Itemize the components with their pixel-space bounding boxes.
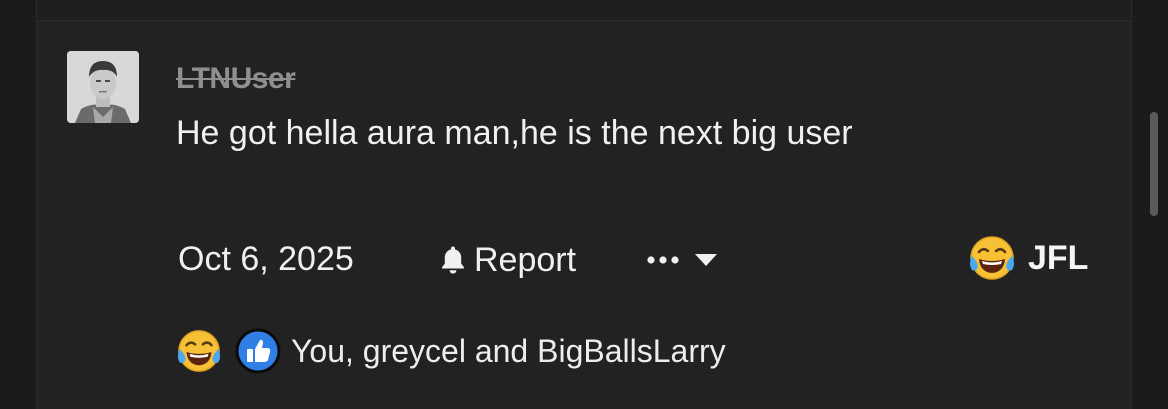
scrollbar-thumb[interactable] [1150, 112, 1158, 216]
reactors-list: You, greycel and BigBallsLarry [291, 332, 726, 369]
previous-post-edge [36, 0, 1132, 19]
ellipsis-icon [647, 256, 679, 264]
thumbs-up-icon [235, 328, 281, 374]
comment-message: He got hella aura man,he is the next big… [176, 114, 853, 152]
tears-of-joy-emoji-icon [970, 236, 1014, 280]
avatar-image [67, 51, 139, 123]
more-options-button[interactable] [646, 244, 718, 276]
reactions-summary[interactable]: You, greycel and BigBallsLarry [175, 328, 726, 374]
comment-screen: LTNUser He got hella aura man,he is the … [0, 0, 1168, 409]
chevron-down-icon [695, 254, 717, 266]
comment-username[interactable]: LTNUser [176, 62, 296, 96]
report-button[interactable]: Report [436, 240, 576, 280]
bell-icon [442, 246, 464, 274]
user-avatar[interactable] [67, 51, 139, 123]
comment-date[interactable]: Oct 6, 2025 [178, 240, 354, 279]
reaction-label: JFL [1028, 238, 1089, 277]
report-label: Report [474, 240, 577, 279]
tears-of-joy-emoji-icon [177, 330, 221, 372]
reaction-button[interactable]: JFL [968, 234, 1088, 282]
